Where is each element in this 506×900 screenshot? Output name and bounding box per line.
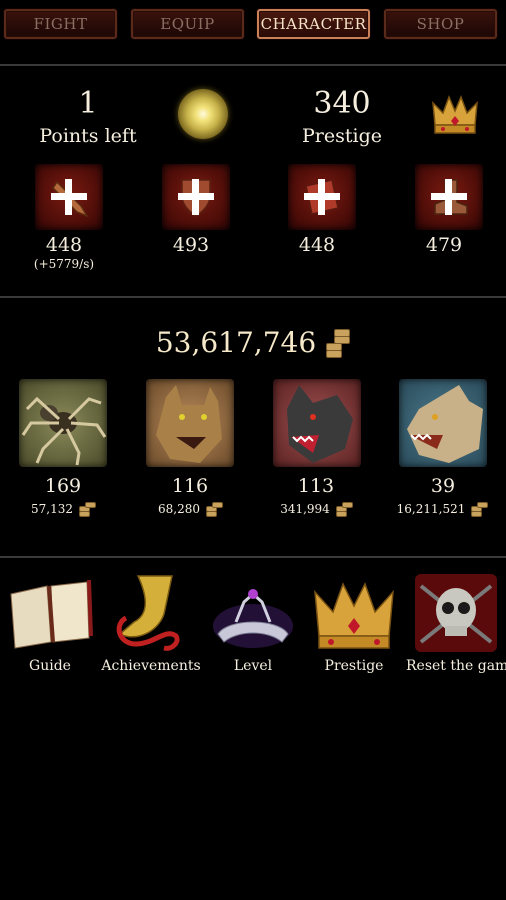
menu-label-level: Level <box>233 658 273 674</box>
tab-character[interactable]: CHARACTER <box>257 9 370 39</box>
attribute-value-3: 448 <box>298 234 336 256</box>
coins-icon <box>471 502 489 517</box>
spider-icon <box>21 396 107 466</box>
monster-count-dragon: 39 <box>430 475 456 497</box>
coins-icon <box>79 502 96 517</box>
menu-label-guide: Guide <box>29 658 71 674</box>
coins-icon <box>335 502 353 517</box>
lynx-icon <box>156 385 222 463</box>
monster-cost-value: 341,994 <box>280 502 330 516</box>
crown-icon <box>432 94 478 134</box>
prestige-value: 340 <box>313 86 371 121</box>
prestige-label: Prestige <box>302 125 382 147</box>
menu-label-reset-game: Reset the game <box>406 658 506 674</box>
menu-label-prestige: Prestige <box>324 658 384 674</box>
monster-cost-lynx: 68,280 <box>135 502 245 517</box>
menu-label-achievements: Achievements <box>101 658 201 674</box>
monster-cost-value: 57,132 <box>31 502 73 516</box>
points-left-label: Points left <box>39 125 137 147</box>
menu-prestige[interactable]: Prestige <box>304 572 404 674</box>
gold-display: 53,617,746 <box>0 326 506 359</box>
monster-count-wolf: 113 <box>297 475 335 497</box>
tiara-icon <box>213 589 293 648</box>
monster-cost-value: 16,211,521 <box>396 502 466 516</box>
top-tabs: FIGHT EQUIP CHARACTER SHOP <box>0 0 506 44</box>
divider-top <box>0 64 506 66</box>
coins-icon <box>206 502 223 517</box>
tab-shop[interactable]: SHOP <box>384 9 497 39</box>
attribute-value-1: 448 <box>45 234 83 256</box>
monster-cost-value: 68,280 <box>158 502 200 516</box>
menu-achievements[interactable]: Achievements <box>101 572 201 674</box>
tab-equip[interactable]: EQUIP <box>131 9 244 39</box>
attribute-button-2[interactable] <box>162 164 230 230</box>
book-icon <box>10 579 93 649</box>
tab-fight[interactable]: FIGHT <box>4 9 117 39</box>
attribute-button-1[interactable] <box>35 164 103 230</box>
divider-bottom <box>0 556 506 558</box>
crown-icon <box>314 582 394 649</box>
coins-icon <box>324 328 351 358</box>
monster-dragon[interactable] <box>399 379 487 467</box>
gold-amount: 53,617,746 <box>155 326 317 359</box>
monster-count-spider: 169 <box>44 475 82 497</box>
horn-icon <box>116 575 180 651</box>
dragon-icon <box>407 385 483 463</box>
monster-count-lynx: 116 <box>171 475 209 497</box>
attribute-value-2: 493 <box>172 234 210 256</box>
monster-lynx[interactable] <box>146 379 234 467</box>
monster-wolf[interactable] <box>273 379 361 467</box>
monster-cost-dragon: 16,211,521 <box>387 502 497 517</box>
attribute-button-3[interactable] <box>288 164 356 230</box>
monster-cost-wolf: 341,994 <box>261 502 371 517</box>
skull-icon <box>415 574 497 652</box>
menu-guide[interactable]: Guide <box>0 572 100 674</box>
attribute-button-4[interactable] <box>415 164 483 230</box>
divider-mid <box>0 296 506 298</box>
orb-icon <box>178 89 228 139</box>
monster-cost-spider: 57,132 <box>8 502 118 517</box>
points-left-value: 1 <box>78 86 98 121</box>
menu-reset-game[interactable]: Reset the game <box>406 572 506 674</box>
wolf-icon <box>287 385 353 463</box>
menu-level[interactable]: Level <box>203 572 303 674</box>
monster-spider[interactable] <box>19 379 107 467</box>
attribute-value-4: 479 <box>425 234 463 256</box>
attribute-rate-1: (+5779/s) <box>33 257 95 271</box>
